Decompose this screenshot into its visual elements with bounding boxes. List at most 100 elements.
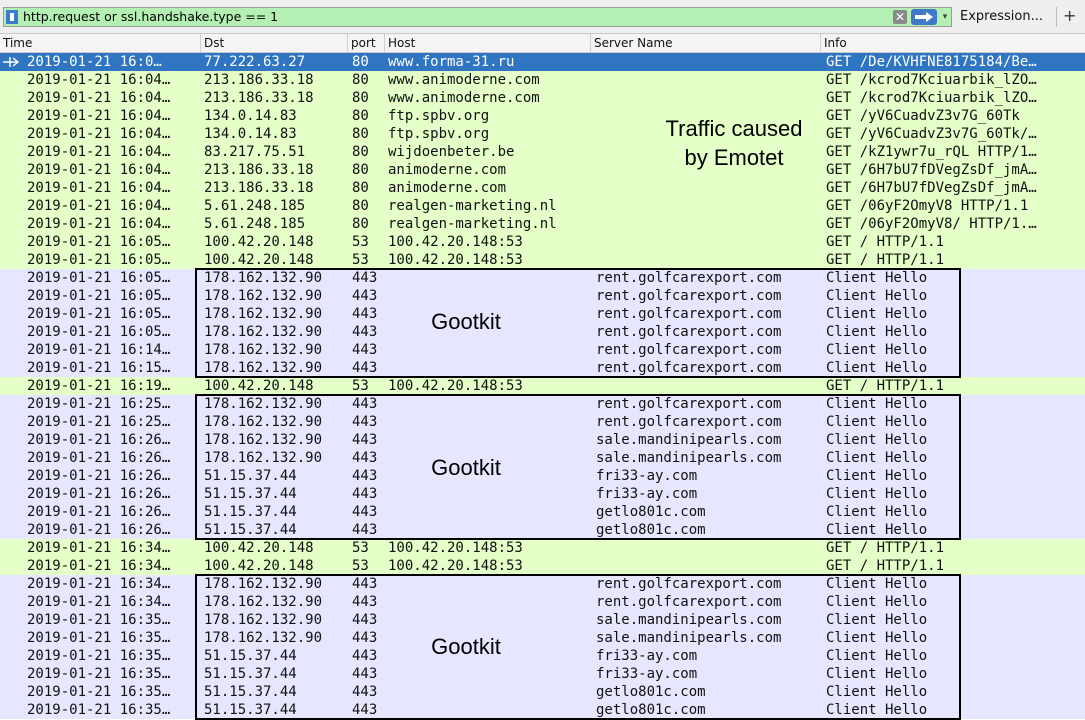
cell-port: 80 <box>352 108 369 124</box>
packet-row-selected[interactable]: 2019-01-21 16:0… 77.222.63.27 80 www.forma-… <box>0 53 1085 71</box>
packet-row[interactable]: 2019-01-21 16:04… 5.61.248.185 80 realgen-m… <box>0 197 1085 215</box>
cell-dst: 100.42.20.148 <box>204 540 314 556</box>
packet-row[interactable]: 2019-01-21 16:26… 178.162.132.90 443 sale.m… <box>0 449 1085 467</box>
display-filter-field[interactable]: ✕ ▾ <box>3 7 952 27</box>
cell-server-name: sale.mandinipearls.com <box>596 450 782 466</box>
cell-time: 2019-01-21 16:34… <box>27 576 171 592</box>
cell-info: Client Hello <box>826 432 928 448</box>
packet-row[interactable]: 2019-01-21 16:05… 100.42.20.148 53 100.42.2… <box>0 251 1085 269</box>
packet-row[interactable]: 2019-01-21 16:04… 213.186.33.18 80 www.anim… <box>0 89 1085 107</box>
packet-row[interactable]: 2019-01-21 16:35… 178.162.132.90 443 sale.m… <box>0 629 1085 647</box>
cell-port: 443 <box>352 270 378 286</box>
cell-info: GET /6H7bU7fDVegZsDf_jmA… <box>826 162 1037 178</box>
packet-row[interactable]: 2019-01-21 16:04… 213.186.33.18 80 animoder… <box>0 161 1085 179</box>
clear-filter-icon[interactable]: ✕ <box>893 10 907 24</box>
packet-row[interactable]: 2019-01-21 16:34… 178.162.132.90 443 rent.g… <box>0 575 1085 593</box>
packet-row[interactable]: 2019-01-21 16:15… 178.162.132.90 443 rent.g… <box>0 359 1085 377</box>
packet-row[interactable]: 2019-01-21 16:26… 178.162.132.90 443 sale.m… <box>0 431 1085 449</box>
cell-dst: 77.222.63.27 <box>204 54 306 70</box>
cell-time: 2019-01-21 16:15… <box>27 360 171 376</box>
packet-row[interactable]: 2019-01-21 16:35… 51.15.37.44 443 fri33-ay.… <box>0 665 1085 683</box>
cell-port: 53 <box>352 558 369 574</box>
cell-port: 443 <box>352 486 378 502</box>
packet-row[interactable]: 2019-01-21 16:35… 51.15.37.44 443 getlo801c… <box>0 683 1085 701</box>
packet-row[interactable]: 2019-01-21 16:05… 178.162.132.90 443 rent.g… <box>0 269 1085 287</box>
cell-host: www.animoderne.com <box>388 72 540 88</box>
cell-time: 2019-01-21 16:35… <box>27 612 171 628</box>
packet-row[interactable]: 2019-01-21 16:05… 178.162.132.90 443 rent.g… <box>0 287 1085 305</box>
cell-time: 2019-01-21 16:35… <box>27 684 171 700</box>
cell-dst: 100.42.20.148 <box>204 378 314 394</box>
cell-port: 80 <box>352 180 369 196</box>
cell-info: Client Hello <box>826 270 928 286</box>
cell-server-name: fri33-ay.com <box>596 468 698 484</box>
cell-port: 80 <box>352 162 369 178</box>
packet-row[interactable]: 2019-01-21 16:04… 134.0.14.83 80 ftp.spbv.o… <box>0 125 1085 143</box>
packet-row[interactable]: 2019-01-21 16:35… 51.15.37.44 443 getlo801c… <box>0 701 1085 719</box>
packet-row[interactable]: 2019-01-21 16:19… 100.42.20.148 53 100.42.2… <box>0 377 1085 395</box>
packet-row[interactable]: 2019-01-21 16:05… 178.162.132.90 443 rent.g… <box>0 323 1085 341</box>
cell-port: 80 <box>352 216 369 232</box>
packet-row[interactable]: 2019-01-21 16:34… 178.162.132.90 443 rent.g… <box>0 593 1085 611</box>
column-header-host[interactable]: Host <box>385 34 591 52</box>
expression-button[interactable]: Expression... <box>960 9 1043 24</box>
cell-info: Client Hello <box>826 288 928 304</box>
cell-host <box>388 665 592 683</box>
packet-row[interactable]: 2019-01-21 16:04… 213.186.33.18 80 www.anim… <box>0 71 1085 89</box>
cell-time: 2019-01-21 16:34… <box>27 558 171 574</box>
packet-row[interactable]: 2019-01-21 16:04… 5.61.248.185 80 realgen-m… <box>0 215 1085 233</box>
cell-port: 80 <box>352 54 369 70</box>
cell-host <box>388 395 592 413</box>
packet-row[interactable]: 2019-01-21 16:25… 178.162.132.90 443 rent.g… <box>0 395 1085 413</box>
cell-info: Client Hello <box>826 450 928 466</box>
packet-row[interactable]: 2019-01-21 16:26… 51.15.37.44 443 getlo801c… <box>0 503 1085 521</box>
packet-row[interactable]: 2019-01-21 16:25… 178.162.132.90 443 rent.g… <box>0 413 1085 431</box>
packet-row[interactable]: 2019-01-21 16:35… 178.162.132.90 443 sale.m… <box>0 611 1085 629</box>
packet-row[interactable]: 2019-01-21 16:34… 100.42.20.148 53 100.42.2… <box>0 557 1085 575</box>
display-filter-input[interactable] <box>23 8 891 26</box>
cell-time: 2019-01-21 16:04… <box>27 144 171 160</box>
apply-filter-icon[interactable] <box>911 9 937 25</box>
cell-server-name: rent.golfcarexport.com <box>596 324 782 340</box>
packet-row[interactable]: 2019-01-21 16:35… 51.15.37.44 443 fri33-ay.… <box>0 647 1085 665</box>
packet-row[interactable]: 2019-01-21 16:14… 178.162.132.90 443 rent.g… <box>0 341 1085 359</box>
column-header-info[interactable]: Info <box>821 34 1085 52</box>
cell-host <box>388 431 592 449</box>
packet-row[interactable]: 2019-01-21 16:34… 100.42.20.148 53 100.42.2… <box>0 539 1085 557</box>
cell-host <box>388 485 592 503</box>
packet-row[interactable]: 2019-01-21 16:26… 51.15.37.44 443 fri33-ay.… <box>0 467 1085 485</box>
column-header-dst[interactable]: Dst <box>201 34 348 52</box>
cell-port: 443 <box>352 432 378 448</box>
cell-dst: 178.162.132.90 <box>204 342 323 358</box>
packet-row[interactable]: 2019-01-21 16:26… 51.15.37.44 443 fri33-ay.… <box>0 485 1085 503</box>
cell-time: 2019-01-21 16:35… <box>27 630 171 646</box>
add-filter-button[interactable]: + <box>1063 6 1076 25</box>
packet-row[interactable]: 2019-01-21 16:04… 83.217.75.51 80 wijdoenbe… <box>0 143 1085 161</box>
packet-row[interactable]: 2019-01-21 16:05… 100.42.20.148 53 100.42.2… <box>0 233 1085 251</box>
cell-port: 443 <box>352 630 378 646</box>
cell-info: GET / HTTP/1.1 <box>826 378 945 394</box>
cell-dst: 178.162.132.90 <box>204 594 323 610</box>
cell-info: Client Hello <box>826 396 928 412</box>
cell-dst: 178.162.132.90 <box>204 576 323 592</box>
filter-history-dropdown-icon[interactable]: ▾ <box>939 8 951 26</box>
cell-port: 443 <box>352 522 378 538</box>
packet-row[interactable]: 2019-01-21 16:26… 51.15.37.44 443 getlo801c… <box>0 521 1085 539</box>
gootkit-annotation-label-2: Gootkit <box>431 455 501 480</box>
cell-dst: 178.162.132.90 <box>204 288 323 304</box>
packet-row[interactable]: 2019-01-21 16:05… 178.162.132.90 443 rent.g… <box>0 305 1085 323</box>
packet-row[interactable]: 2019-01-21 16:04… 134.0.14.83 80 ftp.spbv.o… <box>0 107 1085 125</box>
cell-host <box>388 413 592 431</box>
column-header-server-name[interactable]: Server Name <box>591 34 821 52</box>
cell-dst: 178.162.132.90 <box>204 306 323 322</box>
cell-time: 2019-01-21 16:05… <box>27 288 171 304</box>
packet-row[interactable]: 2019-01-21 16:04… 213.186.33.18 80 animoder… <box>0 179 1085 197</box>
cell-dst: 178.162.132.90 <box>204 630 323 646</box>
cell-time: 2019-01-21 16:04… <box>27 198 171 214</box>
column-header-time[interactable]: Time <box>0 34 201 52</box>
packet-list[interactable]: 2019-01-21 16:0… 77.222.63.27 80 www.forma-… <box>0 53 1085 720</box>
cell-info: GET /kcrod7Kciuarbik_lZO… <box>826 90 1037 106</box>
bookmark-icon[interactable] <box>6 10 18 24</box>
emotet-annotation-label: Traffic caused by Emotet <box>665 116 803 170</box>
column-header-port[interactable]: port <box>348 34 385 52</box>
